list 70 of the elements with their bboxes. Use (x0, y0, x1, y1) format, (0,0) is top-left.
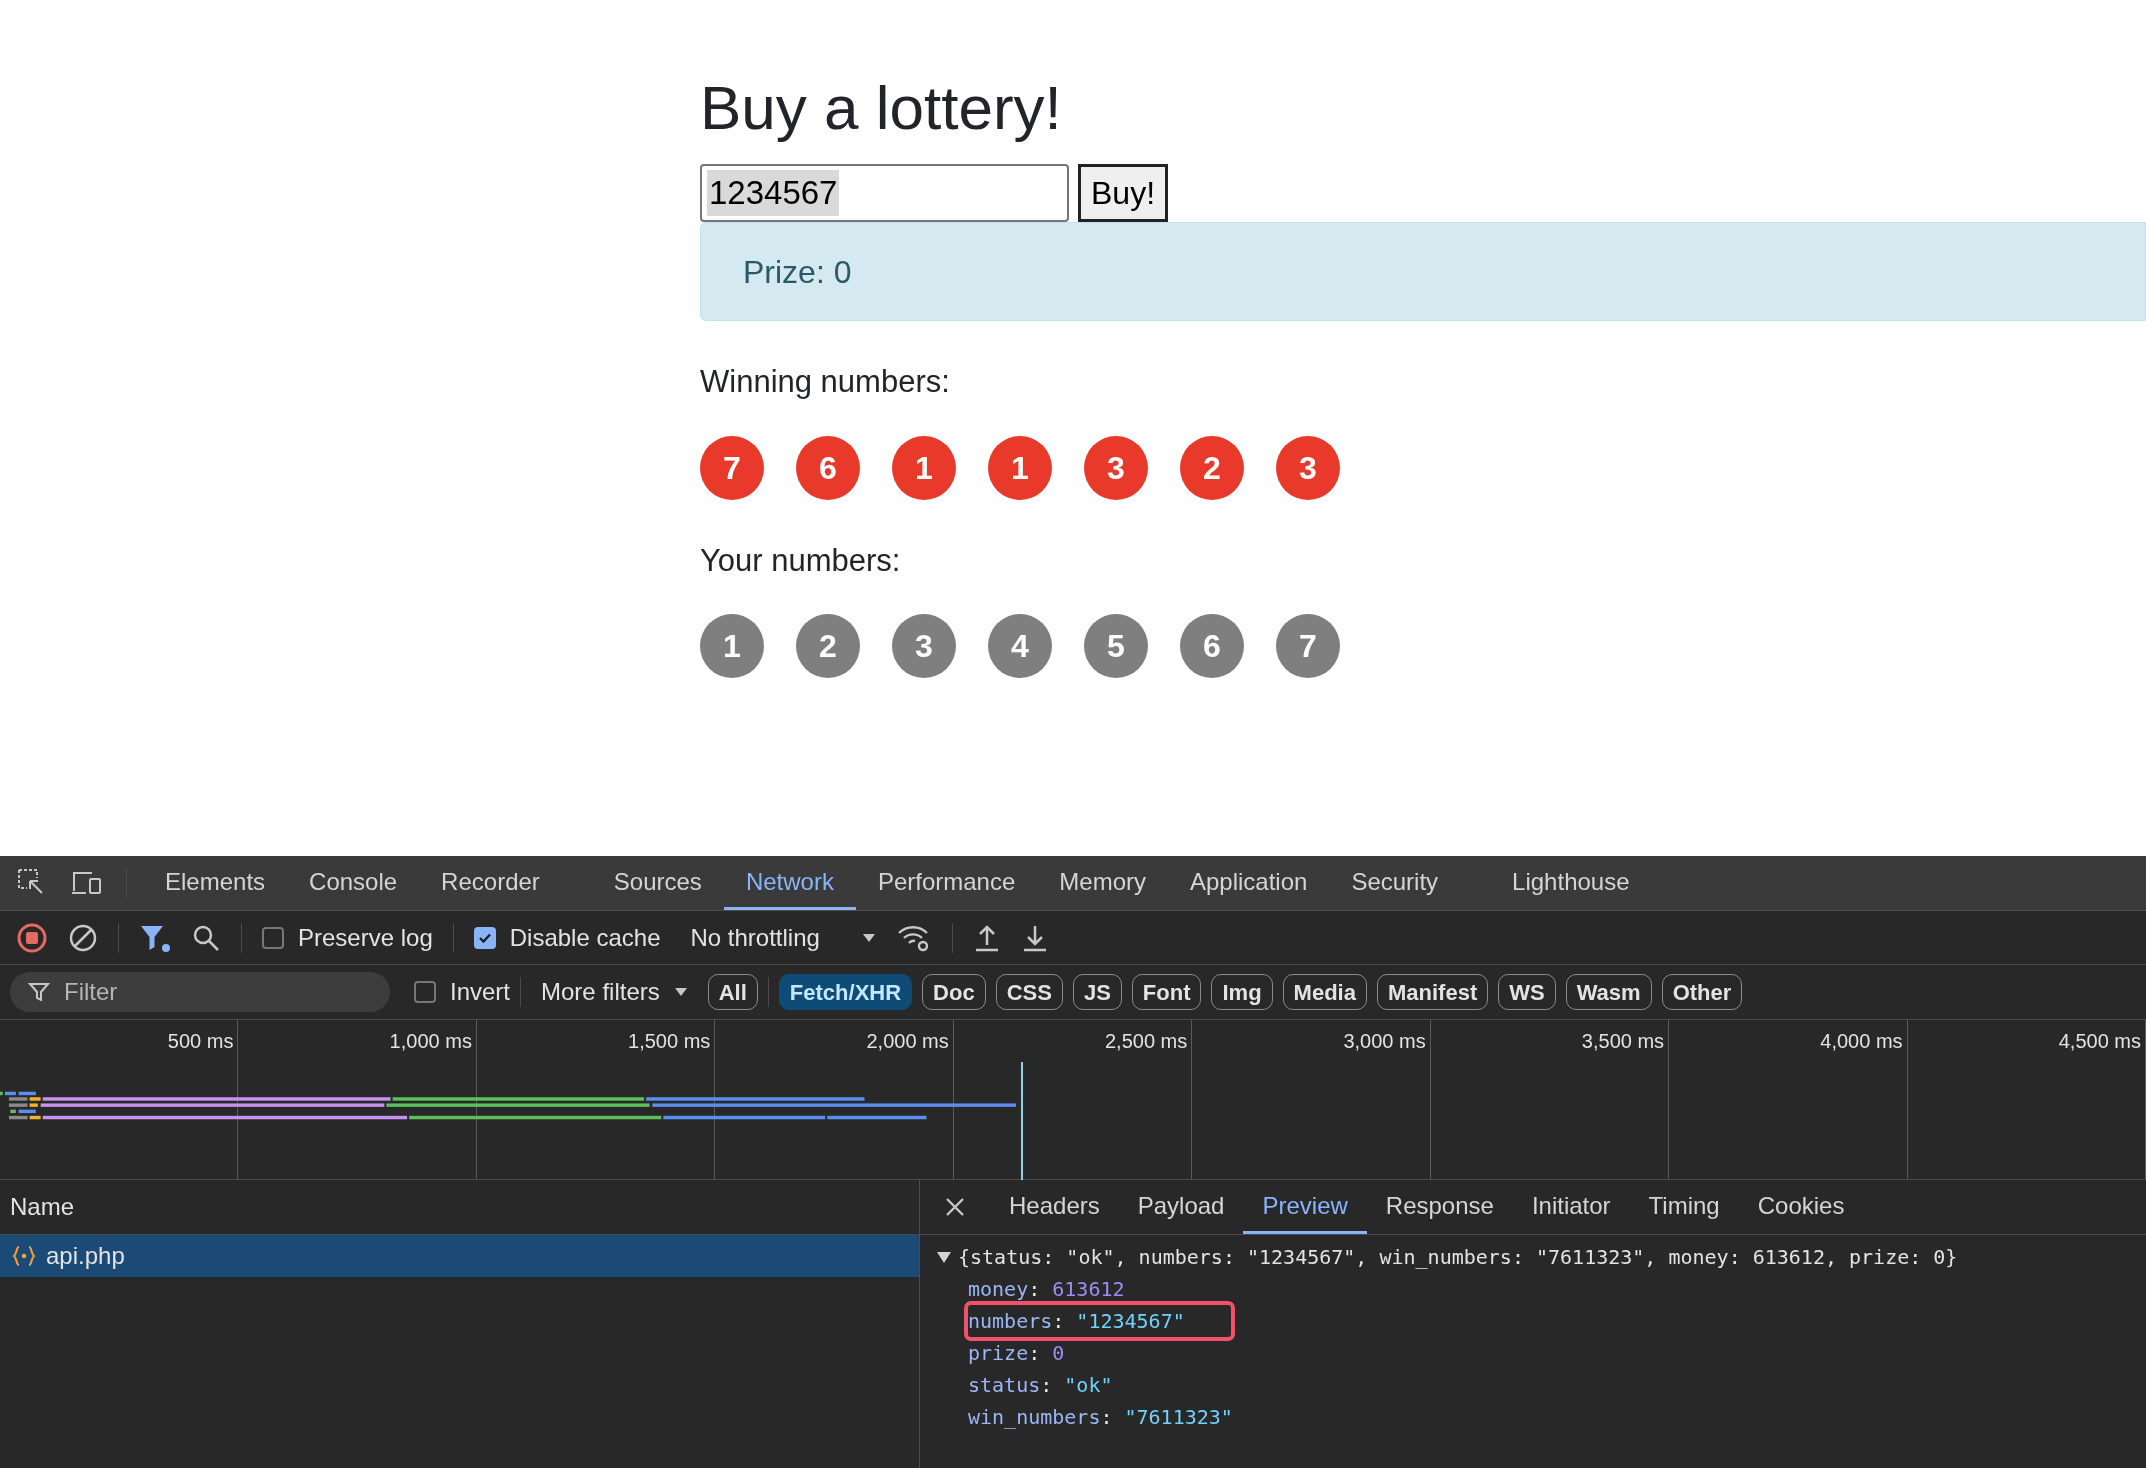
buy-button[interactable]: Buy! (1078, 164, 1169, 222)
type-filter-chip[interactable]: All (707, 974, 758, 1010)
devtools-tab[interactable]: Lighthouse (1490, 856, 1652, 910)
request-row[interactable]: api.php (0, 1235, 919, 1277)
json-property: status: "ok" (968, 1372, 1113, 1399)
checkbox[interactable] (414, 981, 436, 1003)
close-icon[interactable] (944, 1196, 966, 1218)
device-icon[interactable] (70, 869, 104, 897)
checkbox-label: Disable cache (509, 922, 661, 953)
record-icon[interactable] (16, 921, 48, 954)
devtools-tab[interactable]: Performance (855, 856, 1038, 910)
json-property: win_numbers: "7611323" (968, 1404, 1233, 1431)
type-filter-chip[interactable]: Font (1131, 974, 1202, 1010)
clear-icon[interactable] (68, 922, 98, 953)
funnel-icon (28, 981, 50, 1003)
detail-tab[interactable]: Timing (1629, 1180, 1739, 1234)
prize-alert: Prize: 0 (700, 222, 2146, 321)
type-filter-chip[interactable]: Img (1211, 974, 1273, 1010)
type-filter-chip[interactable]: Media (1282, 974, 1367, 1010)
throttling-dropdown[interactable]: No throttling (690, 919, 876, 956)
devtools-tab[interactable]: Elements (143, 856, 288, 910)
type-filter-chip[interactable]: CSS (995, 974, 1063, 1010)
type-filter-chip[interactable]: Wasm (1565, 974, 1652, 1010)
more-filters-dropdown[interactable]: More filters (541, 974, 688, 1010)
column-header: Name (10, 1192, 75, 1222)
devtools-tab[interactable]: Application (1167, 856, 1330, 910)
time-tick-label: 1,500 ms (628, 1029, 711, 1054)
number-input[interactable]: 1234567 (700, 164, 1069, 222)
time-tick-label: 4,000 ms (1820, 1029, 1903, 1054)
devtools-tab[interactable]: Console (287, 856, 420, 910)
json-property: prize: 0 (968, 1340, 1065, 1367)
json-summary: {status: "ok", numbers: "1234567", win_numbers: "7611323", money: 613612, prize: 0} (958, 1244, 1958, 1271)
devtools-tab[interactable]: Recorder (419, 856, 562, 910)
json-file-icon (12, 1245, 36, 1267)
filter-field[interactable]: Filter (10, 972, 390, 1012)
caret-icon (673, 987, 688, 997)
time-tick-label: 2,500 ms (1104, 1029, 1188, 1054)
expand-triangle-icon[interactable] (936, 1250, 952, 1264)
checkbox[interactable] (473, 926, 496, 949)
checkbox-label: Preserve log (298, 922, 433, 953)
detail-tab[interactable]: Headers (990, 1180, 1119, 1234)
checkbox[interactable] (262, 926, 284, 949)
time-tick-label: 2,000 ms (866, 1029, 949, 1054)
detail-tab[interactable]: Cookies (1738, 1180, 1864, 1234)
detail-tab[interactable]: Response (1366, 1180, 1513, 1234)
time-tick-label: 4,500 ms (2058, 1029, 2141, 1054)
devtools-tab[interactable]: Security (1329, 856, 1461, 910)
detail-tab[interactable]: Payload (1118, 1180, 1244, 1234)
section-label: Winning numbers: (700, 363, 950, 401)
type-filter-chip[interactable]: Manifest (1376, 974, 1489, 1010)
devtools-tab[interactable]: Sources (591, 856, 724, 910)
time-tick-label: 3,000 ms (1343, 1029, 1426, 1054)
type-filter-chip[interactable]: Fetch/XHR (778, 974, 913, 1010)
time-tick-label: 1,000 ms (389, 1029, 472, 1054)
type-filter-chip[interactable]: Other (1661, 974, 1743, 1010)
page-title: Buy a lottery! (700, 72, 1062, 144)
json-property: money: 613612 (968, 1276, 1125, 1303)
section-label: Your numbers: (700, 541, 901, 580)
type-filter-chip[interactable]: JS (1072, 974, 1122, 1010)
time-tick-label: 3,500 ms (1581, 1029, 1665, 1054)
request-name: api.php (46, 1241, 125, 1271)
caret-icon (861, 932, 876, 943)
type-filter-chip[interactable]: Doc (922, 974, 986, 1010)
devtools-tab[interactable]: Memory (1037, 856, 1168, 910)
type-filter-chip[interactable]: WS (1498, 974, 1556, 1010)
time-tick-label: 500 ms (167, 1029, 234, 1054)
detail-tab[interactable]: Preview (1243, 1180, 1367, 1234)
detail-tab[interactable]: Initiator (1512, 1180, 1630, 1234)
checkbox-label: Invert (450, 977, 511, 1007)
devtools-tab[interactable]: Network (723, 856, 856, 910)
